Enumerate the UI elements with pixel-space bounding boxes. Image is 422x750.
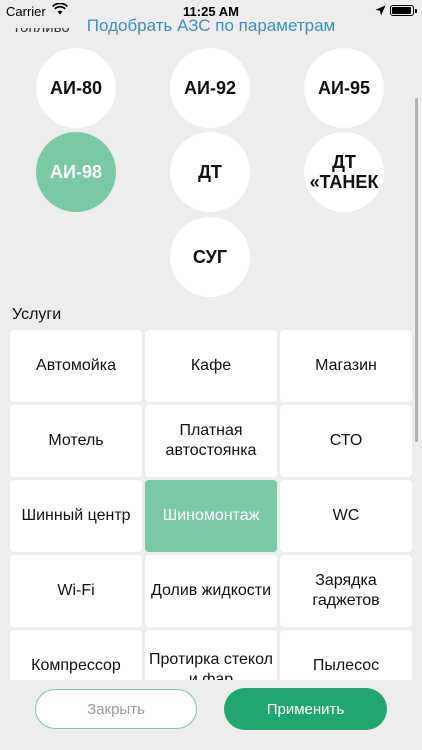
close-button[interactable]: Закрыть (35, 689, 197, 729)
services-section-title: Услуги (12, 306, 62, 323)
fuel-option-ai80[interactable]: АИ-80 (36, 48, 116, 128)
location-arrow-icon (375, 4, 386, 19)
service-option-cafe[interactable]: Кафе (145, 330, 277, 402)
services-grid: Автомойка Кафе Магазин Мотель Платная ав… (10, 330, 412, 680)
service-option-motel[interactable]: Мотель (10, 405, 142, 477)
fuel-option-sug[interactable]: СУГ (170, 217, 250, 297)
fuel-option-dt-tanek[interactable]: ДТ «ТАНЕК (304, 132, 384, 212)
service-option-car-wash[interactable]: Автомойка (10, 330, 142, 402)
fuel-option-ai92[interactable]: АИ-92 (170, 48, 250, 128)
apply-button[interactable]: Применить (224, 688, 387, 730)
service-option-paid-parking[interactable]: Платная автостоянка (145, 405, 277, 477)
service-option-wifi[interactable]: Wi-Fi (10, 555, 142, 627)
fuel-option-dt[interactable]: ДТ (170, 132, 250, 212)
service-option-wc[interactable]: WC (280, 480, 412, 552)
filter-scroll-area[interactable]: АИ-80 АИ-92 АИ-95 АИ-98 ДТ ДТ «ТАНЕК СУГ… (0, 36, 422, 680)
fuel-options: АИ-80 АИ-92 АИ-95 АИ-98 ДТ ДТ «ТАНЕК СУГ (0, 36, 422, 301)
service-option-vacuum[interactable]: Пылесос (280, 630, 412, 680)
service-option-shop[interactable]: Магазин (280, 330, 412, 402)
clock: 11:25 AM (183, 4, 239, 19)
service-option-fluid-refill[interactable]: Долив жидкости (145, 555, 277, 627)
action-bar: Закрыть Применить (0, 680, 422, 750)
service-option-gadget-charging[interactable]: Зарядка гаджетов (280, 555, 412, 627)
status-bar: Carrier 11:25 AM (0, 0, 422, 22)
fuel-option-ai95[interactable]: АИ-95 (304, 48, 384, 128)
service-option-compressor[interactable]: Компрессор (10, 630, 142, 680)
service-option-tire-center[interactable]: Шинный центр (10, 480, 142, 552)
service-option-tire-fitting[interactable]: Шиномонтаж (145, 480, 277, 552)
service-option-glass-cleaning[interactable]: Протирка стекол и фар (145, 630, 277, 680)
fuel-option-ai98[interactable]: АИ-98 (36, 132, 116, 212)
service-option-service-station[interactable]: СТО (280, 405, 412, 477)
scroll-indicator[interactable] (415, 98, 418, 442)
battery-icon (390, 5, 417, 16)
